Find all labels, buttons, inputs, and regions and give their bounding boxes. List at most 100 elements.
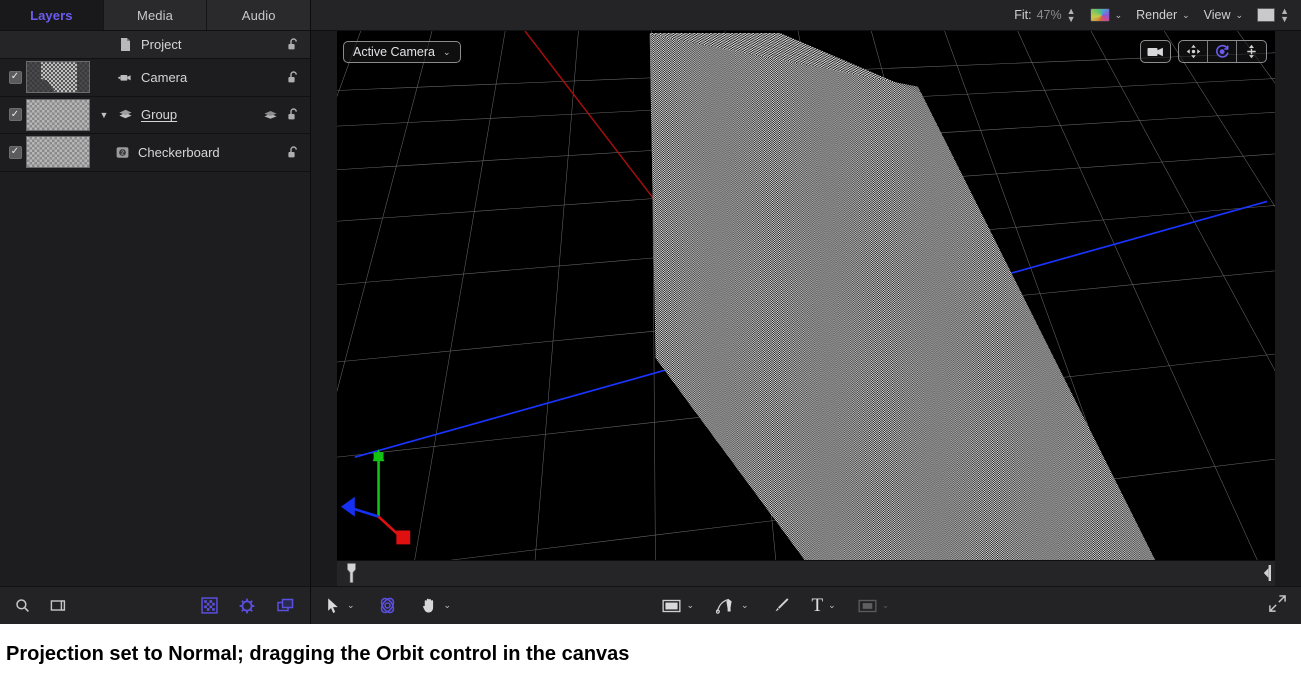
layer-thumbnail-group (26, 98, 90, 131)
app-body: Layers Media Audio Project ✓ Camera ✓ ▼ … (0, 0, 1301, 624)
chevron-down-icon[interactable]: ⌄ (686, 600, 694, 611)
fullscreen-toggle-group (1268, 594, 1287, 618)
project-name-group: Project (98, 36, 285, 53)
chevron-down-icon[interactable]: ⌄ (1182, 10, 1190, 21)
camera-icon (1147, 47, 1163, 56)
viewport-scene (337, 31, 1275, 586)
group-icon (119, 110, 132, 119)
group-row-controls (262, 106, 302, 123)
render-menu[interactable]: Render ⌄ (1136, 8, 1190, 22)
active-camera-label: Active Camera (353, 45, 435, 59)
project-row-controls (285, 36, 302, 53)
view-menu[interactable]: View ⌄ (1204, 8, 1243, 22)
chevron-down-icon[interactable]: ⌄ (443, 47, 451, 58)
play-range-end-marker[interactable] (1263, 565, 1271, 581)
arrow-cursor-icon[interactable] (325, 597, 342, 614)
bezier-tool-group: ⌄ (716, 596, 749, 615)
chevron-down-icon[interactable]: ⌄ (828, 600, 836, 611)
search-icon[interactable] (14, 597, 31, 614)
orbit-icon (1215, 44, 1229, 58)
orbit-control-button[interactable] (1208, 41, 1237, 62)
rectangle-icon[interactable] (662, 598, 681, 614)
canvas-area[interactable]: Active Camera ⌄ (311, 31, 1301, 586)
three-d-transform-tool-group (377, 595, 398, 616)
expand-diagonal-icon[interactable] (1268, 594, 1287, 613)
camera-view-button[interactable] (1141, 41, 1170, 62)
unlock-icon[interactable] (285, 69, 302, 86)
chevron-down-icon[interactable]: ⌄ (1115, 10, 1123, 21)
layer-row-project[interactable]: Project (0, 31, 310, 59)
layer-row-checkerboard[interactable]: ✓ 2 Checkerboard (0, 134, 310, 172)
text-t-icon[interactable]: T (812, 596, 824, 615)
layer-label-project: Project (141, 37, 182, 52)
checkerboard-visibility-toggle[interactable]: ✓ (4, 145, 26, 159)
tab-layers[interactable]: Layers (0, 0, 104, 30)
tab-media-label: Media (137, 7, 173, 23)
canvas-bottom-toolbar: ⌄ ⌄ ⌄ ⌄ T ⌄ ⌄ (311, 586, 1301, 624)
pan-tool-group: ⌄ (420, 596, 452, 615)
fit-label: Fit: (1014, 8, 1032, 22)
four-arrows-icon (1186, 44, 1200, 59)
color-swatch-icon[interactable] (1089, 8, 1110, 22)
camera-icon (118, 74, 131, 81)
layers-stack-icon[interactable] (262, 106, 279, 123)
add-layer-icon[interactable] (49, 597, 67, 614)
canvas-scrubber[interactable] (337, 560, 1275, 586)
mask-rectangle-icon[interactable] (858, 598, 877, 614)
unlock-icon[interactable] (285, 36, 302, 53)
camera-view-group (1140, 40, 1171, 63)
group-visibility-toggle[interactable]: ✓ (4, 108, 26, 122)
checkerboard-background-icon[interactable] (201, 597, 218, 614)
document-icon (121, 38, 130, 51)
chevron-down-icon[interactable]: ⌄ (741, 600, 749, 611)
panel-tabbar: Layers Media Audio (0, 0, 311, 31)
layer-row-group[interactable]: ✓ ▼ Group (0, 97, 310, 134)
layers-panel: Layers Media Audio Project ✓ Camera ✓ ▼ … (0, 0, 311, 624)
tab-audio[interactable]: Audio (207, 0, 311, 30)
three-d-viewport[interactable]: Active Camera ⌄ (337, 31, 1275, 586)
display-quality-control[interactable]: ▲ ▼ (1257, 7, 1289, 24)
unlock-icon[interactable] (285, 106, 302, 123)
hand-icon[interactable] (420, 596, 439, 615)
disclosure-triangle-icon[interactable]: ▼ (98, 110, 110, 120)
duplicate-layers-icon[interactable] (276, 597, 296, 614)
chevron-down-icon[interactable]: ⌄ (882, 600, 890, 611)
fit-zoom-control[interactable]: Fit: 47% ▲ ▼ (1014, 7, 1076, 24)
playhead-marker[interactable] (347, 563, 356, 583)
background-color-control[interactable]: ⌄ (1089, 8, 1123, 22)
chevron-down-icon[interactable]: ⌄ (444, 600, 452, 611)
chevron-down-icon[interactable]: ⌄ (347, 600, 355, 611)
orbit-atom-icon[interactable] (377, 595, 398, 616)
view-label: View (1203, 8, 1231, 22)
checkbox-checked[interactable]: ✓ (8, 70, 22, 84)
layer-label-camera: Camera (141, 69, 188, 85)
brush-icon[interactable] (771, 596, 790, 615)
fit-value: 47% (1036, 8, 1062, 22)
layer-row-camera[interactable]: ✓ Camera (0, 59, 310, 97)
unlock-icon[interactable] (285, 144, 302, 161)
mask-tool-group: ⌄ (858, 598, 890, 614)
group-name-group: ▼ Group (98, 106, 262, 123)
generator-icon: 2 (116, 146, 129, 158)
select-transform-tool-group: ⌄ (325, 597, 355, 614)
pen-icon[interactable] (716, 596, 736, 615)
display-swatch-icon[interactable] (1257, 8, 1276, 22)
pan-control-button[interactable] (1179, 41, 1208, 62)
camera-name-group: Camera (98, 69, 285, 86)
dolly-control-button[interactable] (1237, 41, 1266, 62)
figure-caption: Projection set to Normal; dragging the O… (0, 624, 1301, 684)
shape-gear-icon[interactable] (238, 597, 256, 615)
chevron-down-icon[interactable]: ⌄ (1236, 10, 1244, 21)
render-label: Render (1136, 8, 1178, 22)
tab-media[interactable]: Media (103, 0, 208, 30)
active-camera-menu[interactable]: Active Camera ⌄ (343, 41, 461, 63)
caption-text: Projection set to Normal; dragging the O… (6, 642, 630, 665)
view-control-toolbar (1140, 40, 1267, 63)
stepper-icon[interactable]: ▲ ▼ (1067, 7, 1076, 24)
checkbox-checked[interactable]: ✓ (8, 108, 22, 122)
layers-panel-toolbar (0, 586, 310, 624)
checkbox-checked[interactable]: ✓ (8, 145, 22, 159)
stepper-icon[interactable]: ▲ ▼ (1280, 7, 1289, 24)
layer-label-group[interactable]: Group (141, 107, 177, 122)
camera-visibility-toggle[interactable]: ✓ (4, 70, 26, 84)
